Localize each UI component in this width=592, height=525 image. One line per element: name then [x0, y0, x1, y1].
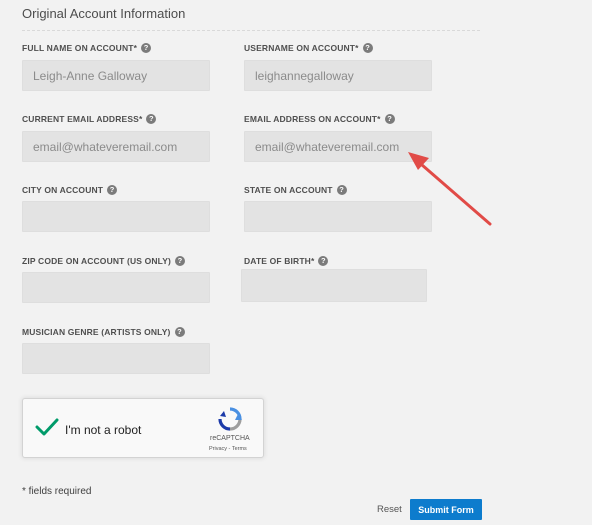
current-email-input[interactable]: [22, 131, 210, 162]
label-state-text: STATE ON ACCOUNT: [244, 185, 333, 195]
username-input[interactable]: [244, 60, 432, 91]
reset-button[interactable]: Reset: [377, 504, 402, 515]
question-circle-icon[interactable]: ?: [174, 327, 185, 337]
question-circle-icon[interactable]: ?: [107, 185, 118, 195]
required-fields-note: * fields required: [22, 486, 92, 497]
section-title: Original Account Information: [22, 6, 186, 21]
label-full-name: FULL NAME ON ACCOUNT* ?: [22, 43, 152, 53]
label-state: STATE ON ACCOUNT ?: [244, 185, 347, 195]
checkmark-icon[interactable]: [35, 417, 59, 437]
full-name-input[interactable]: [22, 60, 210, 91]
question-circle-icon[interactable]: ?: [318, 256, 329, 266]
recaptcha-label: I'm not a robot: [65, 423, 142, 437]
label-current-email: CURRENT EMAIL ADDRESS* ?: [22, 114, 157, 124]
label-username: USERNAME ON ACCOUNT* ?: [244, 43, 373, 53]
label-account-email-text: EMAIL ADDRESS ON ACCOUNT*: [244, 114, 381, 124]
question-circle-icon[interactable]: ?: [141, 43, 152, 53]
city-input[interactable]: [22, 201, 210, 232]
label-genre-text: MUSICIAN GENRE (ARTISTS ONLY): [22, 327, 171, 337]
label-full-name-text: FULL NAME ON ACCOUNT*: [22, 43, 138, 53]
question-circle-icon[interactable]: ?: [362, 43, 373, 53]
question-circle-icon[interactable]: ?: [384, 114, 395, 124]
zip-input[interactable]: [22, 272, 210, 303]
recaptcha-privacy-terms-links[interactable]: Privacy - Terms: [209, 446, 247, 452]
section-divider: [22, 30, 480, 31]
question-circle-icon[interactable]: ?: [175, 256, 186, 266]
label-zip: ZIP CODE ON ACCOUNT (US ONLY) ?: [22, 256, 186, 266]
label-dob-text: DATE OF BIRTH*: [244, 256, 315, 266]
submit-form-button[interactable]: Submit Form: [410, 499, 482, 520]
dob-input[interactable]: [241, 269, 427, 302]
recaptcha-logo-icon: [218, 407, 242, 431]
question-circle-icon[interactable]: ?: [146, 114, 157, 124]
label-zip-text: ZIP CODE ON ACCOUNT (US ONLY): [22, 256, 172, 266]
account-email-input[interactable]: [244, 131, 432, 162]
genre-input[interactable]: [22, 343, 210, 374]
label-genre: MUSICIAN GENRE (ARTISTS ONLY) ?: [22, 327, 185, 337]
label-city: CITY ON ACCOUNT ?: [22, 185, 118, 195]
recaptcha-brand: reCAPTCHA: [210, 435, 250, 442]
label-dob: DATE OF BIRTH* ?: [244, 256, 329, 266]
question-circle-icon[interactable]: ?: [336, 185, 347, 195]
label-current-email-text: CURRENT EMAIL ADDRESS*: [22, 114, 143, 124]
recaptcha-widget: I'm not a robot reCAPTCHA Privacy - Term…: [22, 398, 264, 458]
label-account-email: EMAIL ADDRESS ON ACCOUNT* ?: [244, 114, 395, 124]
label-username-text: USERNAME ON ACCOUNT*: [244, 43, 359, 53]
state-input[interactable]: [244, 201, 432, 232]
label-city-text: CITY ON ACCOUNT: [22, 185, 104, 195]
